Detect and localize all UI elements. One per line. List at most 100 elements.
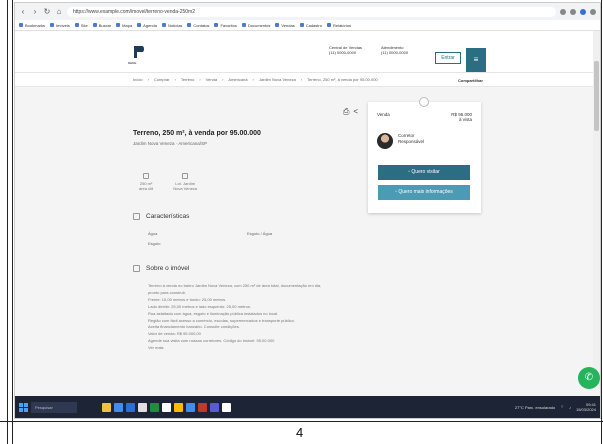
site-logo-icon[interactable] <box>133 45 145 59</box>
breadcrumb-item[interactable]: Início <box>133 77 143 82</box>
contact-sales[interactable]: Central de Vendas (11) 0000-0000 <box>329 45 362 55</box>
system-tray: 27°C Parc. ensolarado ⌔ ♪ 09:41 15/03/20… <box>515 402 596 412</box>
clock[interactable]: 09:41 15/03/2024 <box>576 402 596 412</box>
weather-label[interactable]: 27°C Parc. ensolarado <box>515 405 555 410</box>
visit-button[interactable]: ▫ Quero visitar <box>378 165 470 180</box>
extension-icon[interactable] <box>570 8 576 15</box>
property-title: Terreno, 250 m², à venda por 95.00.000 <box>133 130 261 137</box>
footer-border-line <box>0 421 603 422</box>
price-note: à vista <box>458 117 472 122</box>
card-top-circle <box>419 97 429 107</box>
taskbar-app-icon[interactable] <box>210 402 219 412</box>
see-more-link[interactable]: Ver mais <box>148 345 368 352</box>
bookmark-icon <box>116 23 121 27</box>
forward-icon[interactable]: › <box>31 7 39 16</box>
characteristics-heading-text: Características <box>146 213 190 220</box>
bookmark-label: Vendas <box>281 22 295 28</box>
bookmark-item[interactable]: Favoritos <box>214 22 237 28</box>
bookmark-item[interactable]: Mapa <box>116 23 132 28</box>
bookmark-item[interactable]: Site <box>74 23 88 28</box>
stat-lot: Lot. Jardim Nova Veneza <box>173 173 197 191</box>
bookmark-item[interactable]: Imóveis <box>50 23 70 28</box>
bookmark-icon <box>214 23 219 27</box>
share-icon[interactable]: < <box>353 107 358 117</box>
bookmark-item[interactable]: Cadastro <box>299 23 322 28</box>
breadcrumb-separator-icon: › <box>222 77 224 82</box>
characteristic-label: Esgoto <box>148 241 161 246</box>
print-icon[interactable]: ⎙ <box>343 107 349 117</box>
taskbar-app-icon[interactable] <box>114 402 123 412</box>
contact-support[interactable]: Atendimento (11) 0000-0000 <box>381 45 408 55</box>
taskbar-search-input[interactable]: Pesquisar <box>31 401 77 413</box>
bookmark-item[interactable]: Relatórios <box>326 22 351 28</box>
breadcrumb-item[interactable]: Jardim Nova Veneza <box>259 77 296 82</box>
bookmark-icon <box>19 23 23 27</box>
agent-info: Corretor Responsável <box>398 133 424 145</box>
bookmark-label: Favoritos <box>220 22 237 28</box>
area-icon <box>143 173 150 179</box>
bookmark-item[interactable]: Agenda <box>137 23 157 28</box>
more-icon[interactable] <box>590 8 596 15</box>
profile-icon[interactable] <box>580 8 586 15</box>
taskbar-app-icon[interactable] <box>138 402 147 412</box>
bookmark-item[interactable]: Documentos <box>241 23 270 28</box>
breadcrumb-item[interactable]: Terreno <box>181 77 195 82</box>
taskbar-app-icon[interactable] <box>174 402 183 412</box>
taskbar-app-icon[interactable] <box>150 402 159 412</box>
login-button[interactable]: Entrar <box>435 52 461 64</box>
taskbar-app-icon[interactable] <box>102 402 111 412</box>
bookmark-icon <box>50 23 55 27</box>
lot-icon <box>182 173 189 179</box>
page-number: 4 <box>296 425 304 440</box>
breadcrumb-item[interactable]: Venda <box>206 77 217 82</box>
deal-type: Venda <box>377 112 390 117</box>
description-line: Valor de venda: R$ 95.000,00 <box>148 331 201 337</box>
left-inner-border-line <box>12 0 13 444</box>
bookmark-label: Buscar <box>98 22 112 28</box>
taskbar-app-icon[interactable] <box>222 402 231 412</box>
bookmark-label: Contatos <box>193 22 210 28</box>
volume-icon[interactable]: ♪ <box>569 405 571 410</box>
bookmark-item[interactable]: Bookmarks <box>19 23 45 28</box>
site-header: REDE Central de Vendas (11) 0000-0000 At… <box>15 31 600 73</box>
home-icon[interactable]: ⌂ <box>55 7 63 16</box>
more-info-button[interactable]: ▫ Quero mais informações <box>378 185 470 200</box>
network-icon[interactable]: ⌔ <box>560 404 564 410</box>
bookmark-icon <box>74 23 79 27</box>
description-line: Lado direito: 25,00 metros e lado esquer… <box>148 303 251 309</box>
bookmark-item[interactable]: Contatos <box>187 23 209 28</box>
windows-start-icon[interactable] <box>19 402 28 412</box>
back-icon[interactable]: ‹ <box>19 7 27 16</box>
property-actions: ⎙ < <box>343 107 358 117</box>
bookmark-item[interactable]: Vendas <box>275 22 295 28</box>
address-bar[interactable]: https://www.example.com/imovel/terreno-v… <box>67 6 556 17</box>
visit-button-label: Quero visitar <box>411 169 440 175</box>
bookmark-label: Imóveis <box>56 22 70 28</box>
bookmark-label: Agenda <box>143 22 157 28</box>
reload-icon[interactable]: ↻ <box>43 7 51 16</box>
scroll-thumb[interactable] <box>594 61 599 131</box>
breadcrumb-separator-icon: › <box>252 77 254 82</box>
taskbar-app-icon[interactable] <box>126 402 135 412</box>
description-line: Região com fácil acesso a comércio, esco… <box>148 317 295 323</box>
breadcrumb-item[interactable]: Americana <box>228 77 247 82</box>
bookmark-label: Bookmarks <box>25 22 46 28</box>
bookmark-label: Relatórios <box>332 22 351 28</box>
menu-icon[interactable]: ≡ <box>466 48 486 72</box>
page-scrollbar[interactable] <box>593 31 600 389</box>
description-line: Rua asfaltada com água, esgoto e ilumina… <box>148 310 279 316</box>
avatar <box>377 133 393 149</box>
whatsapp-icon[interactable]: ✆ <box>578 367 600 389</box>
bookmark-item[interactable]: Notícias <box>161 23 182 28</box>
star-icon[interactable] <box>560 8 566 15</box>
clock-date: 15/03/2024 <box>575 407 596 412</box>
breadcrumb-item[interactable]: Comprar <box>154 77 170 82</box>
property-description: Terreno à venda no bairro Jardim Nova Ve… <box>148 283 368 352</box>
bookmark-item[interactable]: Buscar <box>92 22 112 28</box>
taskbar-app-icon[interactable] <box>162 402 171 412</box>
share-label[interactable]: Compartilhar <box>458 78 483 83</box>
breadcrumb-separator-icon: › <box>147 77 149 82</box>
taskbar-app-icon[interactable] <box>186 402 195 412</box>
characteristic-label: Água <box>148 231 158 236</box>
taskbar-app-icon[interactable] <box>198 402 207 412</box>
